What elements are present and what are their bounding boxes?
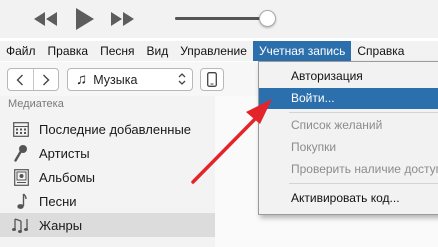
iphone-icon [207,72,217,87]
album-icon [12,168,30,186]
sidebar-item-genres[interactable]: Жанры [0,213,215,237]
menu-separator [289,183,438,184]
back-button[interactable] [8,69,33,90]
account-menu-dropdown: Авторизация Войти... Список желаний Поку… [258,61,438,215]
menu-item-authorization[interactable]: Авторизация [259,66,438,87]
menu-separator [289,112,438,113]
chevron-right-icon [42,74,50,85]
music-note-icon: ♫ [76,71,88,88]
play-icon [76,8,94,30]
sidebar-item-albums[interactable]: Альбомы [0,165,215,189]
forward-button[interactable] [32,69,59,90]
menu-item-wish-list[interactable]: Список желаний [259,115,438,136]
menu-item-sign-in[interactable]: Войти... [259,88,438,109]
menu-item-purchased[interactable]: Покупки [259,137,438,158]
navigation-buttons [7,68,59,91]
recently-added-icon [12,120,30,138]
play-button[interactable] [71,7,97,31]
menu-account[interactable]: Учетная запись [252,41,352,61]
device-button[interactable] [200,68,224,91]
volume-slider[interactable] [175,17,271,20]
volume-level [175,17,267,20]
rewind-button[interactable] [33,7,59,31]
library-selector[interactable]: ♫ Музыка [67,68,193,91]
volume-knob[interactable] [259,10,277,27]
menu-file[interactable]: Файл [0,41,42,61]
menu-item-check-for-downloads[interactable]: Проверить наличие доступ [259,159,438,180]
sidebar-item-recently-added[interactable]: Последние добавленные [0,117,215,141]
sidebar-header: Медиатека [8,98,64,110]
fast-forward-icon [111,12,134,26]
menu-controls[interactable]: Управление [174,41,253,61]
menu-item-redeem-code[interactable]: Активировать код... [259,188,438,209]
sidebar-item-label: Артисты [39,145,90,161]
chevron-left-icon [16,74,24,85]
fast-forward-button[interactable] [109,7,135,31]
sidebar-item-label: Жанры [39,217,83,233]
sidebar-item-label: Песни [39,193,77,209]
sidebar-item-songs[interactable]: Песни [0,189,215,213]
menu-help[interactable]: Справка [351,41,410,61]
sidebar-item-label: Последние добавленные [39,121,192,137]
genres-icon [12,216,30,234]
microphone-icon [12,144,30,162]
menu-bar: Файл Правка Песня Вид Управление Учетная запи… [0,41,438,61]
menu-edit[interactable]: Правка [42,41,95,61]
up-down-chevron-icon [178,73,186,85]
menu-view[interactable]: Вид [141,41,175,61]
rewind-icon [34,12,57,26]
player-controls-bar [0,0,438,38]
sidebar: Медиатека Последние добавленные Артисты [0,96,215,247]
library-selector-label: Музыка [93,72,138,87]
sidebar-item-artists[interactable]: Артисты [0,141,215,165]
music-note-icon [12,192,30,210]
menu-song[interactable]: Песня [94,41,140,61]
sidebar-item-label: Альбомы [39,169,95,185]
